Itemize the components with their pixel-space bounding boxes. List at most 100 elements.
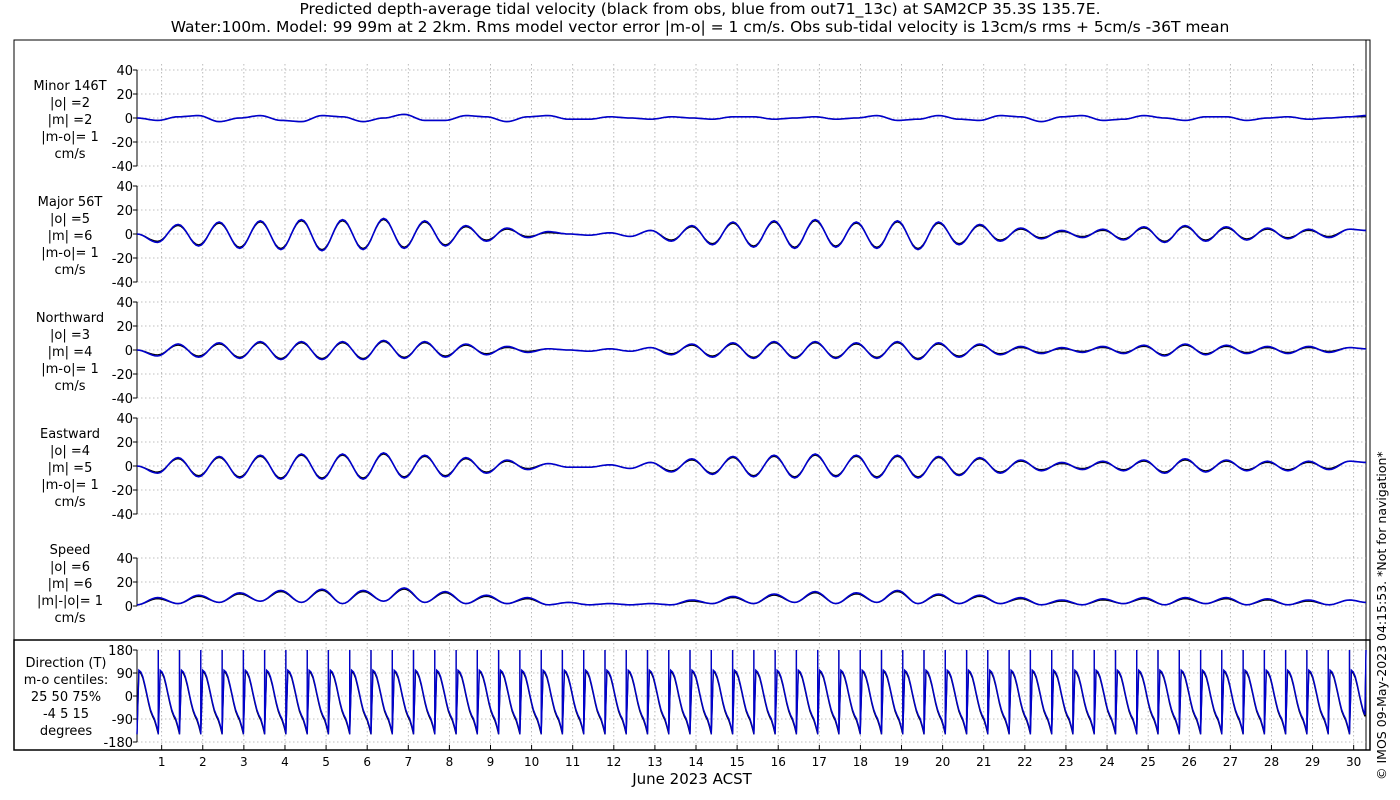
xtick-label-17: 17 bbox=[812, 755, 827, 769]
panel-label-minor-0: Minor 146T bbox=[33, 79, 106, 94]
panel-label-minor-3: |m-o|= 1 bbox=[41, 130, 99, 145]
xtick-label-14: 14 bbox=[688, 755, 703, 769]
ytick-label-east-20: 20 bbox=[116, 436, 133, 451]
panel-label-major-3: |m-o|= 1 bbox=[41, 246, 99, 261]
xtick-label-26: 26 bbox=[1182, 755, 1197, 769]
panel-label-north-2: |m| =4 bbox=[48, 345, 93, 360]
direction-panel-frame bbox=[13, 639, 1371, 751]
ytick-label-dir-0: 0 bbox=[125, 690, 133, 705]
xtick-label-18: 18 bbox=[853, 755, 868, 769]
ytick-label-north--40: -40 bbox=[112, 392, 133, 407]
xtick-label-25: 25 bbox=[1141, 755, 1156, 769]
panel-label-east-1: |o| =4 bbox=[50, 444, 90, 459]
panel-label-east-4: cm/s bbox=[55, 495, 86, 510]
xtick-label-15: 15 bbox=[729, 755, 744, 769]
xtick-label-22: 22 bbox=[1017, 755, 1032, 769]
ytick-label-east--20: -20 bbox=[112, 484, 133, 499]
x-axis: 1 2 3 4 5 6 7 8 9 10 11 12 13 14 15 16 17 18 19 20 21 22 23 24 2… bbox=[137, 745, 1366, 769]
ytick-label-east-0: 0 bbox=[125, 460, 133, 475]
ytick-label-speed-40: 40 bbox=[116, 552, 133, 567]
xtick-label-1: 1 bbox=[158, 755, 166, 769]
dir-label-2: 25 50 75% bbox=[31, 690, 101, 705]
dir-series-model bbox=[136, 649, 1367, 735]
ytick-label-east--40: -40 bbox=[112, 508, 133, 523]
ytick-label-north-40: 40 bbox=[116, 296, 133, 311]
xtick-label-2: 2 bbox=[199, 755, 207, 769]
ytick-label-speed-20: 20 bbox=[116, 576, 133, 591]
panel-label-minor-1: |o| =2 bbox=[50, 96, 90, 111]
xtick-label-9: 9 bbox=[487, 755, 495, 769]
xtick-label-16: 16 bbox=[771, 755, 786, 769]
dir-label-0: Direction (T) bbox=[26, 656, 107, 671]
xtick-label-4: 4 bbox=[281, 755, 289, 769]
ytick-label-major-20: 20 bbox=[116, 204, 133, 219]
xtick-label-19: 19 bbox=[894, 755, 909, 769]
panel-major: 40 20 0 -20 -40 Major 56T |o| =5 |m| =6 |m-o|= 1… bbox=[38, 180, 1366, 291]
xtick-label-24: 24 bbox=[1099, 755, 1114, 769]
ytick-label-dir-180: 180 bbox=[108, 644, 133, 659]
panel-label-speed-0: Speed bbox=[50, 543, 91, 558]
panel-label-major-0: Major 56T bbox=[38, 195, 103, 210]
ytick-label-dir-90: 90 bbox=[116, 667, 133, 682]
panel-label-minor-4: cm/s bbox=[55, 147, 86, 162]
panel-label-north-0: Northward bbox=[36, 311, 104, 326]
panel-label-east-2: |m| =5 bbox=[48, 461, 93, 476]
series-obs-major bbox=[136, 218, 1366, 251]
ytick-label-minor--20: -20 bbox=[112, 136, 133, 151]
ytick-label-north-0: 0 bbox=[125, 344, 133, 359]
xtick-label-13: 13 bbox=[647, 755, 662, 769]
xtick-label-11: 11 bbox=[565, 755, 580, 769]
xtick-label-28: 28 bbox=[1264, 755, 1279, 769]
panel-label-east-3: |m-o|= 1 bbox=[41, 478, 99, 493]
panel-east: 40 20 0 -20 -40 Eastward |o| =4 |m| =5 |m-o|= 1 c… bbox=[40, 412, 1366, 523]
tidal-velocity-chart: 40200-20-40Minor 146T|o| =2|m| =2|m-o|= … bbox=[13, 39, 1371, 788]
ytick-label-major--20: -20 bbox=[112, 252, 133, 267]
ytick-label-north-20: 20 bbox=[116, 320, 133, 335]
xtick-label-6: 6 bbox=[363, 755, 371, 769]
panel-label-east-0: Eastward bbox=[40, 427, 100, 442]
panel-north: 40 20 0 -20 -40 Northward |o| =3 |m| =4 |m-o|= 1… bbox=[36, 296, 1366, 407]
panel-label-north-3: |m-o|= 1 bbox=[41, 362, 99, 377]
panel-label-speed-4: cm/s bbox=[55, 611, 86, 626]
ytick-label-minor-40: 40 bbox=[116, 64, 133, 79]
dir-label-4: degrees bbox=[40, 724, 93, 739]
panel-label-north-4: cm/s bbox=[55, 379, 86, 394]
upper-panels-frame bbox=[13, 39, 1371, 641]
panel-label-major-2: |m| =6 bbox=[48, 229, 93, 244]
ytick-label-dir--180: -180 bbox=[103, 736, 133, 751]
ytick-label-speed-0: 0 bbox=[125, 600, 133, 615]
ytick-label-minor-20: 20 bbox=[116, 88, 133, 103]
velocity-panels: 40 20 0 -20 -40 Minor 146T |o| =2 |m| =2 |m-o|= … bbox=[33, 64, 1367, 626]
ytick-label-north--20: -20 bbox=[112, 368, 133, 383]
ytick-label-dir--90: -90 bbox=[112, 713, 133, 728]
panel-minor: 40 20 0 -20 -40 Minor 146T |o| =2 |m| =2 |m-o|= … bbox=[33, 64, 1366, 175]
panel-label-north-1: |o| =3 bbox=[50, 328, 90, 343]
copyright-notice: © IMOS 09-May-2023 04:15:53. *Not for na… bbox=[1374, 451, 1389, 780]
ytick-label-major--40: -40 bbox=[112, 276, 133, 291]
xtick-label-20: 20 bbox=[935, 755, 950, 769]
dir-label-3: -4 5 15 bbox=[43, 707, 89, 722]
panel-label-minor-2: |m| =2 bbox=[48, 113, 93, 128]
dir-label-1: m-o centiles: bbox=[24, 673, 109, 688]
panel-speed: 40 20 0 Speed |o| =6 |m| =6 |m|-|o|= 1 cm/s bbox=[37, 543, 1367, 626]
xtick-label-27: 27 bbox=[1223, 755, 1238, 769]
ytick-label-minor-0: 0 bbox=[125, 112, 133, 127]
xtick-label-30: 30 bbox=[1346, 755, 1361, 769]
x-axis-label: June 2023 ACST bbox=[631, 770, 752, 788]
xtick-label-10: 10 bbox=[524, 755, 539, 769]
series-obs-speed bbox=[136, 588, 1367, 606]
xtick-label-23: 23 bbox=[1058, 755, 1073, 769]
xtick-label-8: 8 bbox=[446, 755, 454, 769]
panel-label-major-4: cm/s bbox=[55, 263, 86, 278]
direction-panel: 180 90 0 -90 -180 Direction (T) m-o centiles: 2… bbox=[24, 644, 1367, 751]
panel-label-speed-2: |m| =6 bbox=[48, 577, 93, 592]
panel-label-speed-1: |o| =6 bbox=[50, 560, 90, 575]
xtick-label-29: 29 bbox=[1305, 755, 1320, 769]
panel-label-speed-3: |m|-|o|= 1 bbox=[37, 594, 103, 609]
series-model-major bbox=[136, 217, 1366, 252]
xtick-label-7: 7 bbox=[404, 755, 412, 769]
panel-label-major-1: |o| =5 bbox=[50, 212, 90, 227]
xtick-label-12: 12 bbox=[606, 755, 621, 769]
xtick-label-5: 5 bbox=[322, 755, 330, 769]
ytick-label-major-0: 0 bbox=[125, 228, 133, 243]
